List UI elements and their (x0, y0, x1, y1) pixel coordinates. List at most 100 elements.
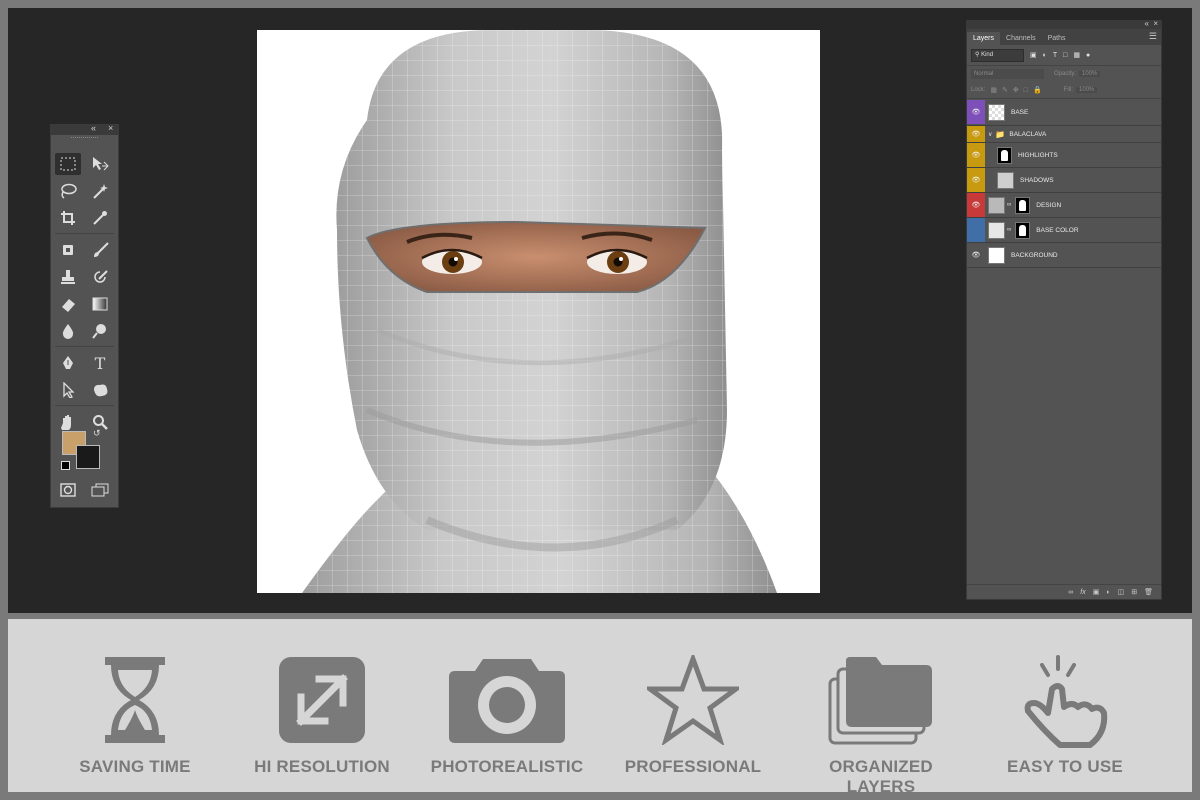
filter-toggle-icon[interactable]: ● (1086, 52, 1090, 59)
layer-name[interactable]: BASE (1011, 109, 1028, 116)
visibility-eye-icon[interactable] (967, 218, 985, 242)
fill-input[interactable]: 100% (1076, 87, 1098, 93)
search-icon: ⚲ (975, 51, 980, 58)
lock-paint-icon[interactable]: ✎ (1002, 86, 1008, 94)
filter-kind-value: Kind (981, 51, 994, 58)
panel-menu-icon[interactable]: ☰ (1145, 31, 1161, 45)
history-brush-icon[interactable] (87, 266, 113, 288)
layer-thumbnail (988, 221, 1005, 239)
lock-position-icon[interactable]: ✥ (1013, 86, 1019, 94)
pen-tool-icon[interactable] (55, 352, 81, 374)
trash-icon[interactable]: 🗑 (1144, 588, 1153, 596)
adjustment-layer-icon[interactable]: ◐ (1106, 589, 1110, 596)
visibility-eye-icon[interactable]: 👁 (967, 193, 985, 217)
layers-panel-header: « × (967, 19, 1161, 29)
visibility-eye-icon[interactable]: 👁 (967, 100, 985, 124)
close-icon[interactable]: × (108, 123, 113, 133)
filter-kind-select[interactable]: ⚲ Kind (971, 48, 1024, 62)
document-canvas[interactable] (257, 30, 820, 593)
feature-professional: PROFESSIONAL (608, 619, 778, 792)
layer-name[interactable]: BALACLAVA (1009, 131, 1046, 138)
layer-name[interactable]: DESIGN (1036, 202, 1061, 209)
layer-name[interactable]: BASE COLOR (1036, 227, 1078, 234)
layer-thumbnail (997, 171, 1014, 189)
feature-strip: SAVING TIME HI RESOLUTION PHOTOREALISTIC… (8, 619, 1192, 796)
move-tool-icon[interactable] (87, 153, 113, 175)
gradient-tool-icon[interactable] (87, 293, 113, 315)
filter-pixel-icon[interactable]: ▣ (1030, 51, 1037, 59)
quick-mask-icon[interactable] (55, 479, 81, 501)
collapse-icon[interactable]: « (1145, 19, 1149, 28)
crop-tool-icon[interactable] (55, 207, 81, 229)
visibility-eye-icon[interactable]: 👁 (967, 126, 985, 142)
feature-easy-to-use: EASY TO USE (980, 619, 1150, 792)
layer-mask-thumbnail[interactable] (1015, 221, 1031, 239)
layer-row-highlights[interactable]: 👁 HIGHLIGHTS (967, 143, 1161, 168)
filter-bar: ⚲ Kind ▣ ◐ T □ ▦ ● (967, 45, 1161, 66)
blend-mode-select[interactable]: Normal (971, 69, 1044, 79)
smart-object-thumbnail (988, 196, 1005, 214)
healing-brush-icon[interactable] (55, 239, 81, 261)
visibility-eye-icon[interactable]: 👁 (967, 168, 985, 192)
filter-smart-object-icon[interactable]: ▦ (1073, 51, 1080, 59)
dodge-tool-icon[interactable] (87, 320, 113, 342)
opacity-input[interactable]: 100% (1079, 71, 1101, 77)
custom-shape-icon[interactable] (87, 379, 113, 401)
default-colors-icon[interactable] (61, 461, 70, 470)
layer-name[interactable]: BACKGROUND (1011, 252, 1058, 259)
eraser-tool-icon[interactable] (55, 293, 81, 315)
tab-paths[interactable]: Paths (1042, 32, 1072, 45)
lock-label: Lock: (971, 87, 986, 93)
layer-row-base-color[interactable]: ∞ BASE COLOR (967, 218, 1161, 243)
new-group-icon[interactable]: ◫ (1118, 588, 1125, 596)
hand-tool-icon[interactable] (55, 411, 81, 433)
blend-bar: Normal Opacity: 100% (967, 66, 1161, 82)
tab-layers[interactable]: Layers (967, 32, 1001, 45)
collapse-icon[interactable]: « (91, 123, 96, 133)
filter-adjustment-icon[interactable]: ◐ (1043, 52, 1047, 59)
feature-photorealistic: PHOTOREALISTIC (422, 619, 592, 792)
marquee-tool-icon[interactable] (55, 153, 81, 175)
lock-all-icon[interactable]: 🔒 (1033, 86, 1042, 94)
clone-stamp-icon[interactable] (55, 266, 81, 288)
background-color-swatch[interactable] (76, 445, 100, 469)
layer-name[interactable]: HIGHLIGHTS (1018, 152, 1058, 159)
layer-row-design[interactable]: 👁 ∞ DESIGN (967, 193, 1161, 218)
visibility-eye-icon[interactable]: 👁 (967, 143, 985, 167)
lock-transparency-icon[interactable]: ▦ (990, 86, 997, 94)
tools-panel: « × T ↺ (50, 123, 119, 508)
lasso-tool-icon[interactable] (55, 180, 81, 202)
hourglass-icon (105, 657, 165, 743)
layer-row-background[interactable]: 👁 BACKGROUND (967, 243, 1161, 268)
brush-tool-icon[interactable] (87, 239, 113, 261)
feature-label: ORGANIZED LAYERS (829, 757, 933, 796)
eyedropper-icon[interactable] (87, 207, 113, 229)
layer-mask-thumbnail[interactable] (1015, 196, 1031, 214)
add-mask-icon[interactable]: ▣ (1093, 588, 1100, 596)
chevron-down-icon[interactable]: ∨ (988, 131, 992, 138)
panel-grip[interactable] (71, 137, 98, 144)
close-icon[interactable]: × (1153, 19, 1158, 28)
filter-shape-icon[interactable]: □ (1063, 52, 1067, 59)
type-tool-icon[interactable]: T (87, 352, 113, 374)
fx-icon[interactable]: fx (1080, 589, 1085, 596)
lock-artboard-icon[interactable]: □ (1024, 87, 1028, 94)
layer-row-shadows[interactable]: 👁 SHADOWS (967, 168, 1161, 193)
swap-colors-icon[interactable]: ↺ (93, 428, 101, 439)
layer-row-group-balaclava[interactable]: 👁 ∨ 📁 BALACLAVA (967, 126, 1161, 143)
tab-channels[interactable]: Channels (1000, 32, 1042, 45)
path-selection-icon[interactable] (55, 379, 81, 401)
screen-mode-icon[interactable] (87, 479, 113, 501)
layer-row-base[interactable]: 👁 BASE (967, 99, 1161, 126)
balaclava-mockup-image (257, 30, 820, 593)
layer-name[interactable]: SHADOWS (1020, 177, 1054, 184)
visibility-eye-icon[interactable]: 👁 (967, 243, 985, 267)
panel-tabs: Layers Channels Paths ☰ (967, 29, 1161, 45)
link-layers-icon[interactable]: ∞ (1068, 589, 1073, 596)
magic-wand-icon[interactable] (87, 180, 113, 202)
filter-type-icon[interactable]: T (1053, 52, 1057, 59)
new-layer-icon[interactable]: ⊞ (1131, 588, 1137, 596)
layer-thumbnail (988, 246, 1005, 264)
layers-folder-icon (828, 657, 932, 745)
blur-tool-icon[interactable] (55, 320, 81, 342)
